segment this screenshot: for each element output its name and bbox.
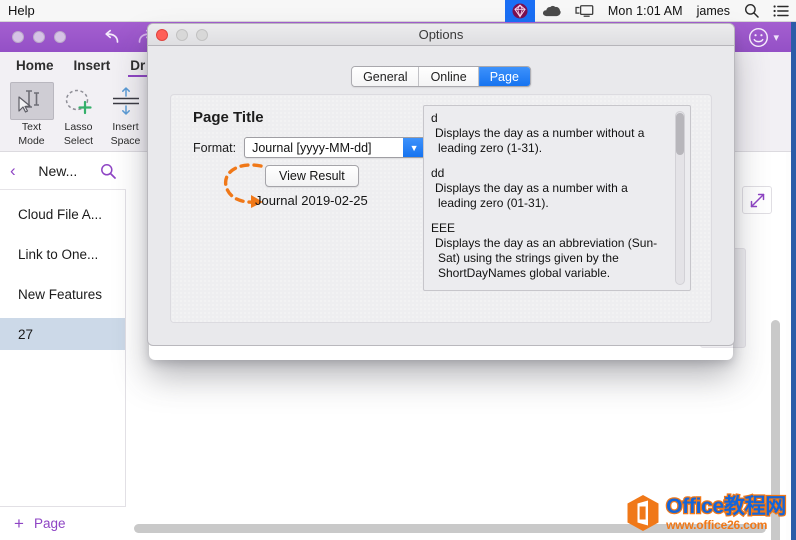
notebook-title[interactable]: New...: [38, 163, 77, 179]
list-item[interactable]: Cloud File A...: [0, 198, 125, 230]
tab-general[interactable]: General: [352, 67, 420, 86]
tool-lasso-select[interactable]: Lasso Select: [55, 82, 102, 147]
help-gap: [431, 211, 668, 221]
tool-text-mode-label-1: Text: [21, 121, 42, 133]
tab-home[interactable]: Home: [6, 52, 64, 78]
sidebar-search-icon[interactable]: [100, 163, 116, 179]
text-cursor-icon: [9, 82, 54, 120]
list-top-spacer: [0, 190, 125, 198]
options-dialog: Options General Online Page Page Title F…: [147, 23, 735, 346]
lasso-icon: [57, 82, 101, 120]
cloud-icon[interactable]: [535, 0, 568, 22]
app-minimize-button[interactable]: [33, 31, 45, 43]
chevron-down-icon[interactable]: ▼: [403, 138, 426, 157]
back-chevron-icon[interactable]: ‹: [10, 162, 16, 179]
watermark-url: www.office26.com: [666, 517, 768, 532]
tool-lasso-label-1: Lasso: [64, 121, 93, 133]
list-icon-glyph: [773, 4, 789, 17]
help-scrollbar-thumb[interactable]: [676, 113, 684, 155]
format-help-content: d Displays the day as a number without a…: [431, 111, 668, 281]
menubar-clock[interactable]: Mon 1:01 AM: [601, 0, 690, 22]
display-icon-glyph: [575, 5, 594, 17]
insert-space-icon: [104, 82, 148, 120]
gem-icon-glyph: [512, 3, 528, 18]
watermark-text: Office教程网 www.office26.com: [665, 494, 788, 532]
macos-menubar: Help Mon 1:01 AM james: [0, 0, 796, 22]
tab-online[interactable]: Online: [419, 67, 479, 86]
display-icon[interactable]: [568, 0, 601, 22]
username-text: james: [696, 3, 730, 18]
format-row: Format: Journal [yyyy-MM-dd] ▼: [193, 137, 427, 158]
list-item-selected[interactable]: 27: [0, 318, 125, 350]
add-page-button[interactable]: + Page: [0, 506, 126, 540]
list-gap: [0, 310, 125, 318]
page-list: Cloud File A... Link to One... New Featu…: [0, 190, 126, 506]
list-icon[interactable]: [766, 0, 796, 22]
menubar-app-menu[interactable]: Help: [0, 3, 35, 18]
tool-insert-space-label-1: Insert: [112, 121, 139, 133]
list-item[interactable]: New Features: [0, 278, 125, 310]
expand-arrows-icon[interactable]: [742, 186, 772, 214]
menubar-status-items: Mon 1:01 AM james: [504, 0, 796, 22]
help-term: d: [431, 111, 438, 125]
tool-insert-space[interactable]: Insert Space: [102, 82, 149, 147]
search-icon-glyph: [745, 4, 759, 18]
list-gap: [0, 230, 125, 238]
format-label: Format:: [193, 140, 237, 155]
titlebar-right-group: ▾: [748, 27, 791, 48]
expand-arrows-icon-glyph: [750, 193, 764, 207]
chevron-down-icon[interactable]: ▾: [773, 31, 779, 44]
dialog-tab-bar: General Online Page: [351, 66, 531, 87]
help-term: dd: [431, 166, 445, 180]
panel-heading: Page Title: [193, 109, 264, 126]
help-gap: [431, 156, 668, 166]
cloud-icon-glyph: [542, 5, 561, 16]
list-item[interactable]: Link to One...: [0, 238, 125, 270]
watermark: Office教程网 www.office26.com: [626, 494, 788, 532]
sidebar-search-icon-glyph: [101, 163, 116, 179]
lasso-icon-glyph: [65, 89, 92, 115]
watermark-title: Office教程网: [665, 494, 788, 518]
format-dropdown-value: Journal [yyyy-MM-dd]: [252, 140, 372, 155]
help-description: Displays the day as a number with a lead…: [435, 181, 628, 210]
tool-lasso-label-2: Select: [63, 134, 94, 147]
clock-text: Mon 1:01 AM: [607, 3, 683, 18]
plus-icon: +: [14, 514, 24, 533]
office-logo-icon: [627, 495, 659, 531]
page-settings-panel: Page Title Format: Journal [yyyy-MM-dd] …: [170, 94, 712, 323]
help-description: Displays the day as an abbreviation (Sun…: [435, 236, 658, 280]
format-dropdown[interactable]: Journal [yyyy-MM-dd] ▼: [244, 137, 427, 158]
tool-insert-space-label-2: Space: [110, 134, 141, 147]
result-text: Journal 2019-02-25: [255, 193, 368, 208]
smiley-icon[interactable]: [748, 27, 769, 48]
view-result-button[interactable]: View Result: [265, 165, 359, 187]
insert-space-icon-glyph: [112, 87, 139, 115]
app-traffic-lights: [0, 31, 66, 43]
list-gap: [0, 270, 125, 278]
help-term: EEE: [431, 221, 456, 235]
help-description: Displays the day as a number without a l…: [435, 126, 645, 155]
screenshot-root: Help Mon 1:01 AM james ▾ Home Insert Dr …: [0, 0, 796, 540]
page-nav-bar: ‹ New...: [0, 152, 126, 190]
app-close-button[interactable]: [12, 31, 24, 43]
add-page-label: Page: [33, 516, 66, 531]
app-maximize-button[interactable]: [54, 31, 66, 43]
search-icon[interactable]: [737, 0, 766, 22]
tab-page[interactable]: Page: [478, 67, 530, 86]
undo-icon[interactable]: [100, 27, 120, 47]
text-cursor-icon-glyph: [17, 90, 39, 113]
tool-text-mode-label-2: Mode: [18, 134, 45, 147]
undo-icon-glyph: [104, 29, 118, 43]
dialog-titlebar: Options: [148, 24, 734, 46]
menubar-username[interactable]: james: [690, 0, 737, 22]
tab-insert[interactable]: Insert: [64, 52, 121, 78]
format-help-box[interactable]: d Displays the day as a number without a…: [423, 105, 691, 291]
tool-text-mode[interactable]: Text Mode: [8, 82, 55, 147]
dialog-title: Options: [418, 27, 464, 42]
gem-icon[interactable]: [504, 0, 535, 22]
